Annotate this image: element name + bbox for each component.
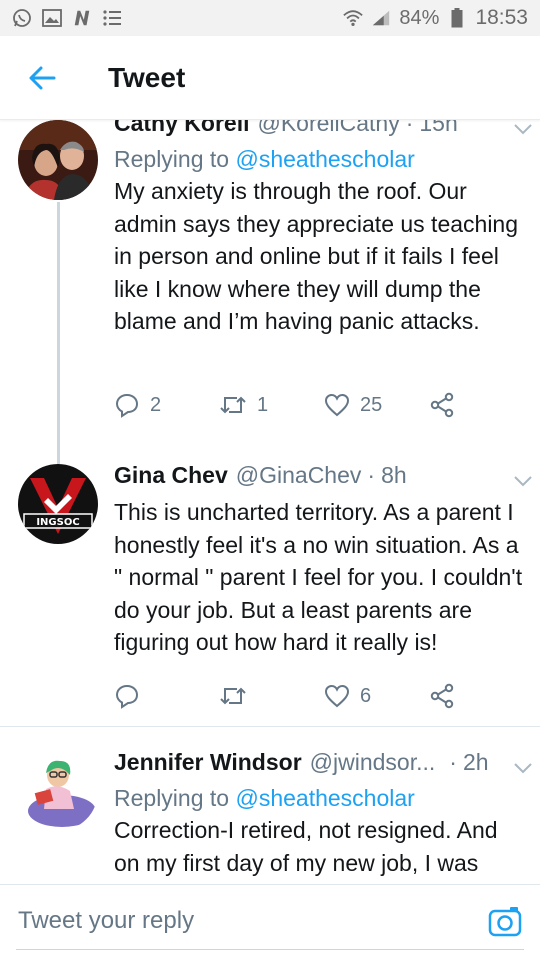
tweet-item[interactable]: INGSOC Gina Chev @GinaChev · 8h This is …	[0, 440, 540, 726]
like-button[interactable]: 25	[324, 393, 429, 417]
tweet-text: My anxiety is through the roof. Our admi…	[114, 178, 519, 334]
heart-icon	[324, 393, 350, 417]
separator-dot: ·	[367, 462, 376, 488]
n-icon	[72, 8, 92, 28]
like-button[interactable]: 6	[324, 684, 429, 708]
wifi-icon	[343, 8, 364, 28]
share-button[interactable]	[429, 683, 534, 709]
thread-line	[57, 202, 60, 440]
replying-to-label: Replying to	[114, 785, 236, 811]
mention-link[interactable]: @sheathescholar	[235, 146, 414, 172]
tweet-item[interactable]: Jennifer Windsor @jwindsor... · 2h Reply…	[0, 727, 540, 884]
reply-count: 2	[150, 393, 162, 416]
avatar-ingsoc-text: INGSOC	[36, 517, 79, 528]
tweet-thread[interactable]: Cathy Korell @KorellCathy · 15h Replying…	[0, 120, 540, 884]
avatar[interactable]	[18, 751, 98, 831]
chevron-down-icon[interactable]	[512, 757, 534, 779]
retweet-button[interactable]: 1	[219, 392, 324, 418]
mention-link[interactable]: @sheathescholar	[235, 785, 414, 811]
like-count: 25	[360, 393, 383, 416]
tweet-text: Correction-I retired, not resigned. And …	[114, 817, 498, 876]
status-bar: 84% 18:53	[0, 0, 540, 36]
author-name[interactable]: Jennifer Windsor	[114, 749, 302, 776]
signal-icon	[371, 8, 391, 28]
thread-line	[57, 440, 60, 464]
tweet-timestamp: 8h	[381, 462, 407, 488]
heart-icon	[324, 684, 350, 708]
retweet-icon	[220, 396, 246, 414]
tweet-timestamp: 2h	[462, 749, 489, 775]
share-icon	[430, 683, 454, 709]
tweet-content: Gina Chev @GinaChev · 8h This is unchart…	[114, 462, 524, 659]
reply-composer	[0, 884, 540, 960]
battery-percent: 84%	[399, 6, 440, 29]
avatar[interactable]: INGSOC	[18, 464, 98, 544]
retweet-icon	[220, 687, 246, 705]
like-count: 6	[360, 684, 372, 707]
reply-icon	[115, 684, 139, 709]
image-icon	[42, 8, 62, 28]
page-title: Tweet	[108, 61, 186, 93]
author-handle[interactable]: @jwindsor...	[310, 749, 436, 776]
separator-dot: ·	[449, 749, 457, 775]
tweet-item[interactable]: Cathy Korell @KorellCathy · 15h Replying…	[0, 120, 540, 440]
tweet-actions: 2 1 25	[114, 392, 534, 418]
share-icon	[430, 392, 454, 418]
replying-to-label: Replying to	[114, 146, 236, 172]
tweet-text: This is uncharted territory. As a parent…	[114, 499, 523, 655]
share-button[interactable]	[429, 392, 534, 418]
author-name[interactable]: Gina Chev	[114, 462, 228, 489]
tweet-content: Jennifer Windsor @jwindsor... · 2h Reply…	[114, 749, 524, 879]
retweet-count: 1	[257, 393, 269, 416]
chevron-down-icon[interactable]	[512, 470, 534, 492]
author-name[interactable]: Cathy Korell	[114, 120, 249, 137]
top-app-bar: Tweet	[0, 36, 540, 120]
tweet-timestamp: 15h	[419, 120, 458, 136]
tweet-actions: 6	[114, 683, 534, 709]
back-button[interactable]	[12, 48, 72, 108]
whatsapp-icon	[12, 8, 32, 28]
avatar[interactable]	[18, 120, 98, 200]
chevron-down-icon[interactable]	[512, 120, 534, 140]
tweet-content: Cathy Korell @KorellCathy · 15h Replying…	[114, 120, 524, 338]
camera-icon[interactable]	[488, 905, 522, 939]
input-underline	[16, 949, 524, 950]
separator-dot: ·	[405, 120, 414, 136]
list-icon	[102, 8, 122, 28]
reply-button[interactable]: 2	[114, 392, 219, 418]
reply-button[interactable]	[114, 683, 219, 709]
back-arrow-icon	[29, 66, 56, 89]
reply-icon	[115, 393, 139, 418]
retweet-button[interactable]	[219, 683, 324, 709]
battery-icon	[447, 8, 467, 28]
author-handle[interactable]: @GinaChev	[236, 462, 362, 489]
clock-time: 18:53	[475, 6, 528, 29]
replying-to: Replying to @sheathescholar	[114, 146, 524, 173]
replying-to: Replying to @sheathescholar	[114, 785, 524, 812]
author-handle[interactable]: @KorellCathy	[257, 120, 399, 137]
reply-input[interactable]	[18, 907, 458, 935]
